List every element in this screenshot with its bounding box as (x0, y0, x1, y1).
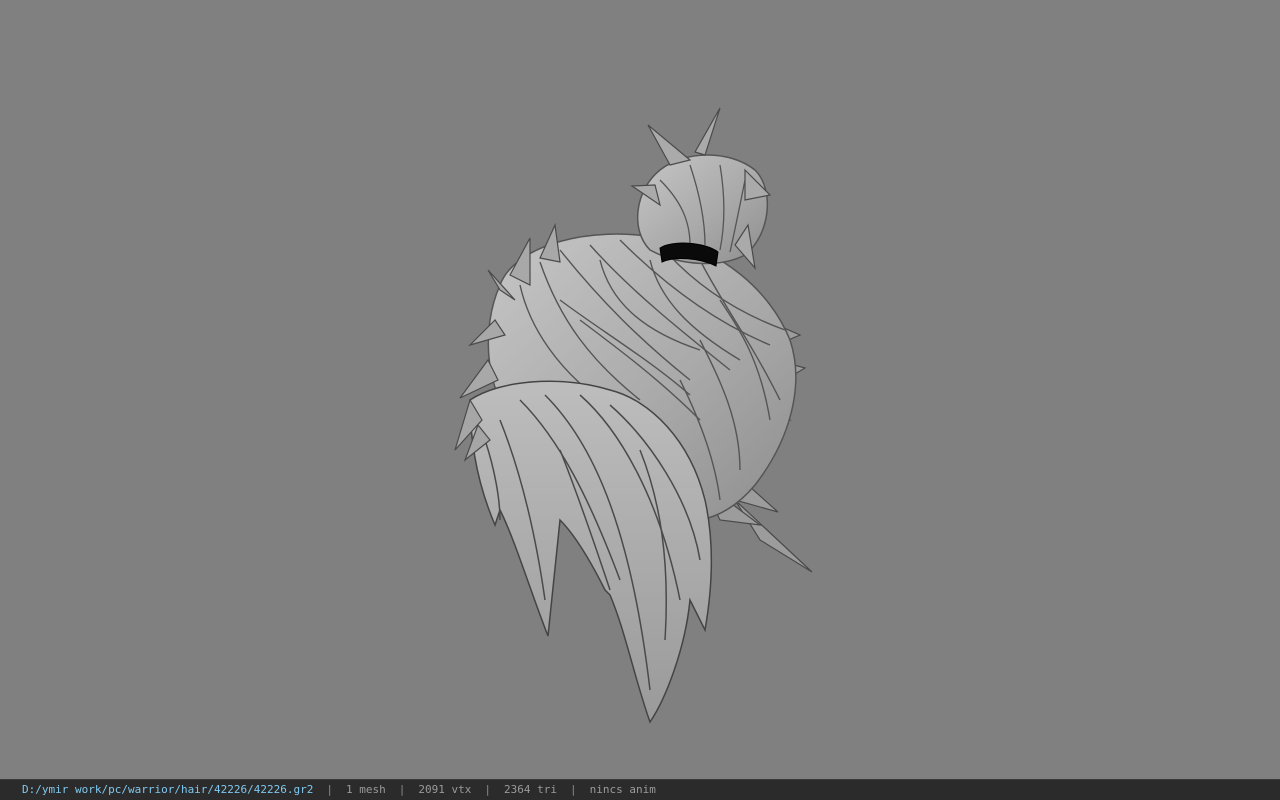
animation-status-label: nincs anim (589, 783, 656, 796)
mesh-count-label: 1 mesh (346, 783, 386, 796)
status-separator: | (398, 783, 406, 796)
3d-viewport[interactable] (0, 0, 1280, 779)
hair-mesh-model (454, 107, 813, 724)
front-fringe (454, 380, 713, 724)
status-bar: D:/ymir work/pc/warrior/hair/42226/42226… (0, 779, 1280, 800)
file-path-label: D:/ymir work/pc/warrior/hair/42226/42226… (22, 783, 314, 796)
top-bun (630, 107, 772, 270)
status-separator: | (326, 783, 334, 796)
vertex-count-label: 2091 vtx (418, 783, 472, 796)
status-separator: | (484, 783, 492, 796)
triangle-count-label: 2364 tri (504, 783, 557, 796)
status-separator: | (570, 783, 577, 796)
